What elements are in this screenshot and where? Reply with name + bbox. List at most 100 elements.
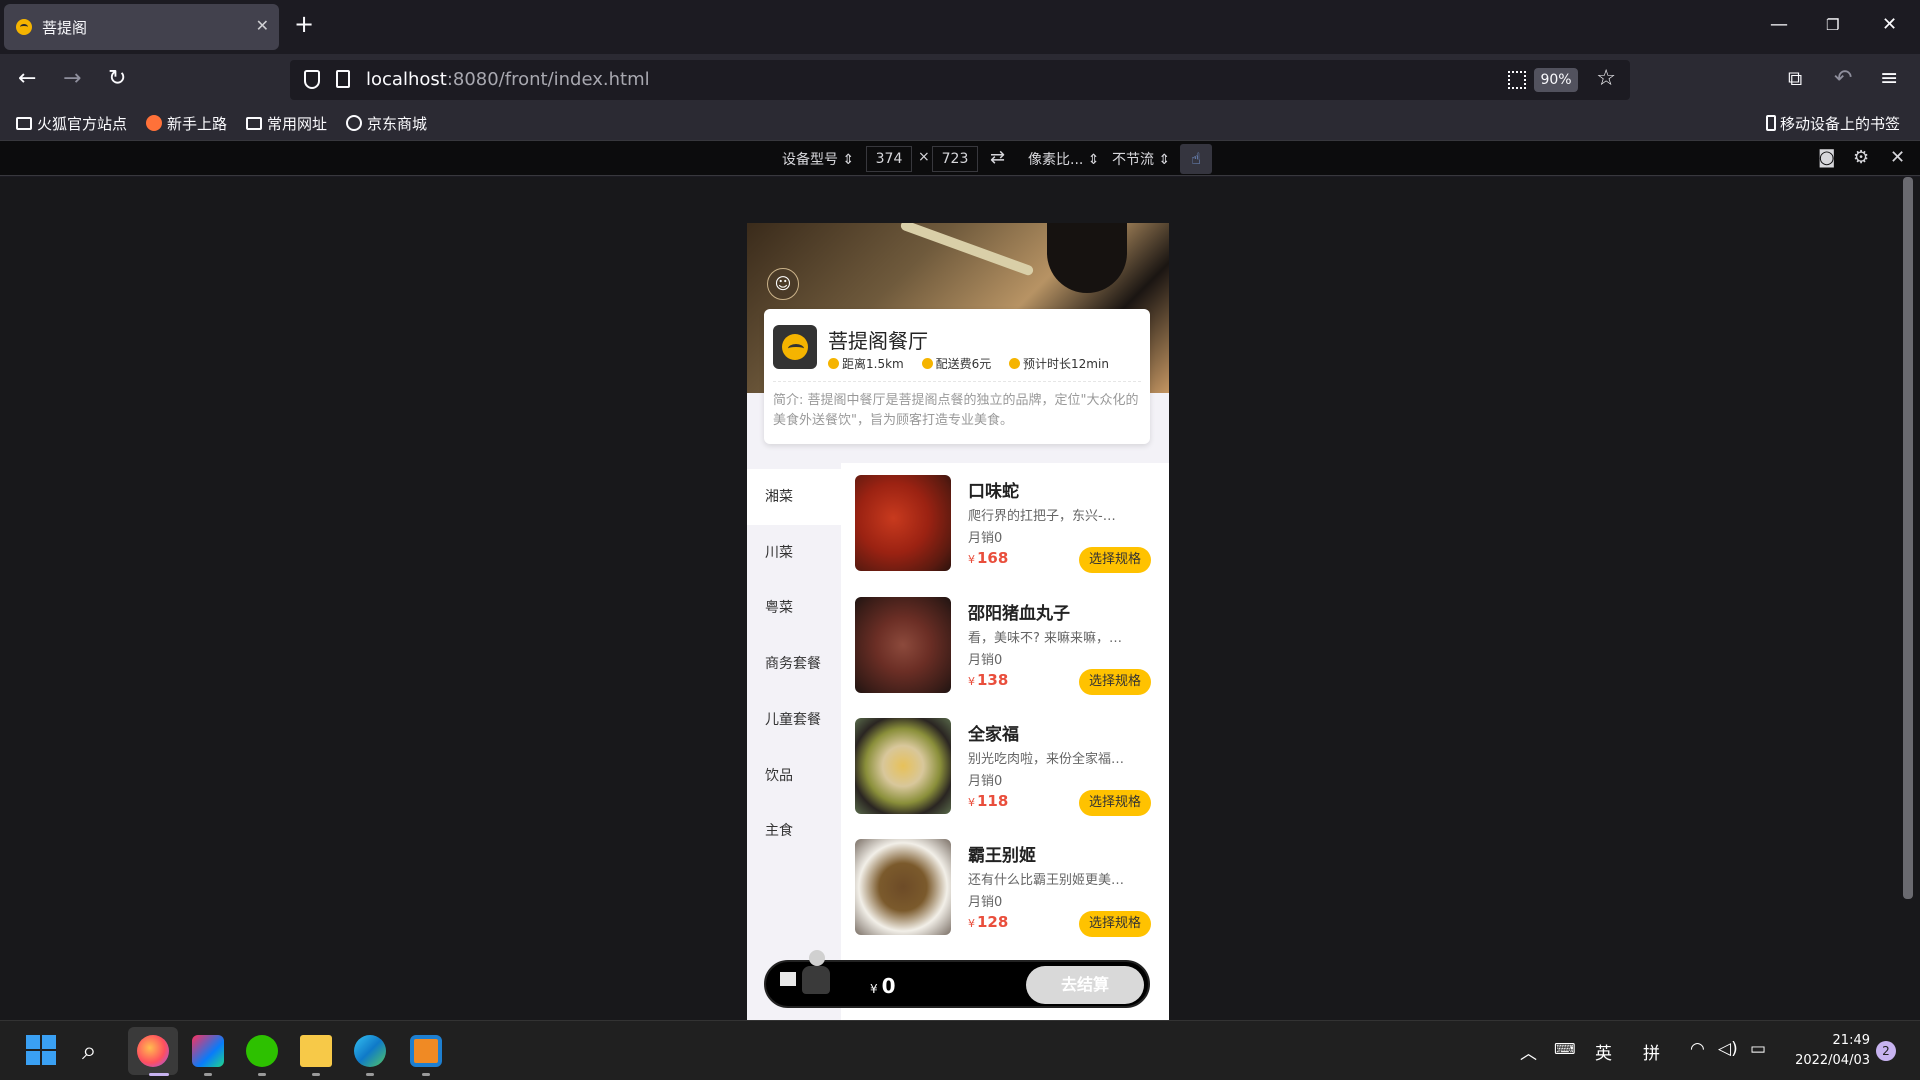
distance-info: 距离1.5km [828, 357, 904, 371]
wechat-icon[interactable] [246, 1035, 278, 1067]
firefox-icon [146, 115, 162, 131]
forward-icon[interactable]: → [63, 66, 81, 91]
edge-icon[interactable] [354, 1035, 386, 1067]
dish-name: 全家福 [968, 725, 1019, 745]
dish-card: 全家福 别光吃肉啦，来份全家福… 月销0 ¥118 选择规格 [855, 718, 1155, 818]
qr-code-icon[interactable] [1508, 71, 1526, 89]
file-explorer-icon[interactable] [300, 1035, 332, 1067]
category-item-kids-set[interactable]: 儿童套餐 [747, 692, 841, 748]
volume-icon[interactable]: ◁) [1718, 1039, 1738, 1059]
system-clock[interactable]: 21:49 2022/04/03 [1786, 1031, 1870, 1071]
viewport-height-input[interactable]: 723 [932, 146, 978, 172]
ime-mode[interactable]: 拼 [1643, 1039, 1660, 1064]
category-sidebar: 湘菜 川菜 粤菜 商务套餐 儿童套餐 饮品 主食 [747, 463, 841, 1020]
back-icon[interactable]: ← [18, 66, 36, 91]
close-tab-icon[interactable]: ✕ [256, 16, 269, 35]
shop-description: 简介: 菩提阁中餐厅是菩提阁点餐的独立的品牌，定位"大众化的美食外送餐饮"，旨为… [773, 393, 1139, 428]
page-scrollbar[interactable] [1903, 177, 1913, 899]
firefox-taskbar-icon[interactable] [137, 1035, 169, 1067]
category-item-staple[interactable]: 主食 [747, 803, 841, 859]
dish-description: 爬行界的扛把子，东兴-… [968, 509, 1116, 524]
keyboard-icon[interactable]: ⌨ [1554, 1040, 1576, 1058]
running-indicator [258, 1073, 266, 1076]
location-arrow-icon [1009, 358, 1021, 369]
reload-icon[interactable]: ↻ [108, 66, 126, 91]
screenshot-crop-icon[interactable]: ⧉ [1788, 66, 1802, 90]
shop-name: 菩提阁餐厅 [828, 329, 928, 353]
wifi-icon[interactable]: ◠ [1690, 1039, 1705, 1059]
pixel-ratio-selector[interactable]: 像素比... ⇕ [1028, 149, 1100, 169]
dish-image[interactable] [855, 839, 951, 935]
category-item-hunan[interactable]: 湘菜 [747, 469, 841, 525]
windows-start-icon[interactable] [26, 1035, 58, 1067]
restore-icon[interactable]: ❐ [1826, 16, 1839, 34]
ime-language[interactable]: 英 [1595, 1039, 1612, 1064]
browser-tab[interactable]: 菩提阁 ✕ [4, 4, 279, 50]
banner-bowl [1047, 223, 1127, 293]
bookmark-getting-started[interactable]: 新手上路 [146, 113, 227, 134]
category-item-sichuan[interactable]: 川菜 [747, 525, 841, 581]
settings-gear-icon[interactable]: ⚙ [1853, 147, 1869, 168]
device-selector[interactable]: 设备型号 ⇕ [782, 149, 854, 169]
dish-image[interactable] [855, 475, 951, 571]
window-close-icon[interactable]: ✕ [1882, 14, 1897, 35]
virtualbox-icon[interactable] [410, 1035, 442, 1067]
site-favicon-icon [16, 19, 32, 35]
bookmark-common-sites[interactable]: 常用网址 [246, 113, 327, 134]
mobile-viewport: ☺ 菩提阁餐厅 距离1.5km 配送费6元 预计时长12min 简介: 菩提阁中… [747, 223, 1169, 1020]
delivery-fee-info: 配送费6元 [921, 357, 991, 371]
close-rdm-icon[interactable]: ✕ [1890, 147, 1905, 168]
search-icon[interactable]: ⌕ [82, 1035, 114, 1067]
minimize-icon[interactable]: — [1770, 14, 1788, 35]
phone-icon [1766, 115, 1776, 131]
running-indicator [204, 1073, 212, 1076]
active-indicator [149, 1073, 169, 1076]
dish-description: 还有什么比霸王别姬更美… [968, 873, 1125, 888]
menu-icon[interactable]: ≡ [1880, 66, 1898, 91]
bookmark-star-icon[interactable]: ☆ [1596, 66, 1616, 91]
category-item-cantonese[interactable]: 粤菜 [747, 580, 841, 636]
dish-list: 口味蛇 爬行界的扛把子，东兴-… 月销0 ¥168 选择规格 邵阳猪血丸子 看，… [841, 463, 1169, 1020]
tracking-shield-icon[interactable] [304, 70, 320, 89]
new-tab-icon[interactable]: + [294, 12, 314, 36]
category-item-drinks[interactable]: 饮品 [747, 748, 841, 804]
bookmark-jd[interactable]: 京东商城 [346, 113, 427, 134]
checkout-button[interactable]: 去结算 [1026, 966, 1144, 1004]
battery-icon[interactable]: ▭ [1750, 1039, 1766, 1059]
dish-sales: 月销0 [968, 531, 1003, 546]
dish-sales: 月销0 [968, 653, 1003, 668]
choose-spec-button[interactable]: 选择规格 [1079, 669, 1151, 695]
dish-card: 邵阳猪血丸子 看，美味不? 来嘛来嘛，… 月销0 ¥138 选择规格 [855, 597, 1155, 697]
dish-sales: 月销0 [968, 774, 1003, 789]
address-bar[interactable]: localhost:8080/front/index.html 90% ☆ [290, 60, 1630, 100]
clock-icon [828, 358, 839, 369]
bookmark-firefox-site[interactable]: 火狐官方站点 [16, 113, 127, 134]
viewport-width-input[interactable]: 374 [866, 146, 912, 172]
user-profile-icon[interactable]: ☺ [767, 268, 799, 300]
choose-spec-button[interactable]: 选择规格 [1079, 547, 1151, 573]
dish-sales: 月销0 [968, 895, 1003, 910]
camera-icon[interactable]: ◙ [1818, 147, 1835, 168]
intellij-icon[interactable] [192, 1035, 224, 1067]
folder-icon [16, 117, 32, 130]
choose-spec-button[interactable]: 选择规格 [1079, 790, 1151, 816]
dish-image[interactable] [855, 597, 951, 693]
touch-simulation-icon[interactable]: ☝ [1180, 144, 1212, 174]
mobile-bookmarks[interactable]: 移动设备上的书签 [1766, 113, 1900, 134]
zoom-level-badge[interactable]: 90% [1534, 68, 1578, 92]
rotate-device-icon[interactable]: ⇄ [990, 147, 1005, 168]
dish-image[interactable] [855, 718, 951, 814]
url-text[interactable]: localhost:8080/front/index.html [366, 69, 650, 90]
category-item-business-set[interactable]: 商务套餐 [747, 636, 841, 692]
dish-name: 口味蛇 [968, 482, 1019, 502]
page-info-icon[interactable] [336, 70, 350, 88]
delivery-rider-icon[interactable] [780, 950, 838, 1006]
undo-icon[interactable]: ↶ [1834, 66, 1852, 91]
tray-overflow-icon[interactable]: ︿ [1520, 1039, 1537, 1064]
cart-bar: ¥0 去结算 [764, 950, 1150, 1008]
money-bag-icon [921, 358, 933, 369]
network-throttle-selector[interactable]: 不节流 ⇕ [1112, 149, 1170, 169]
choose-spec-button[interactable]: 选择规格 [1079, 911, 1151, 937]
notification-badge[interactable]: 2 [1876, 1041, 1896, 1061]
clock-date: 2022/04/03 [1795, 1053, 1870, 1068]
